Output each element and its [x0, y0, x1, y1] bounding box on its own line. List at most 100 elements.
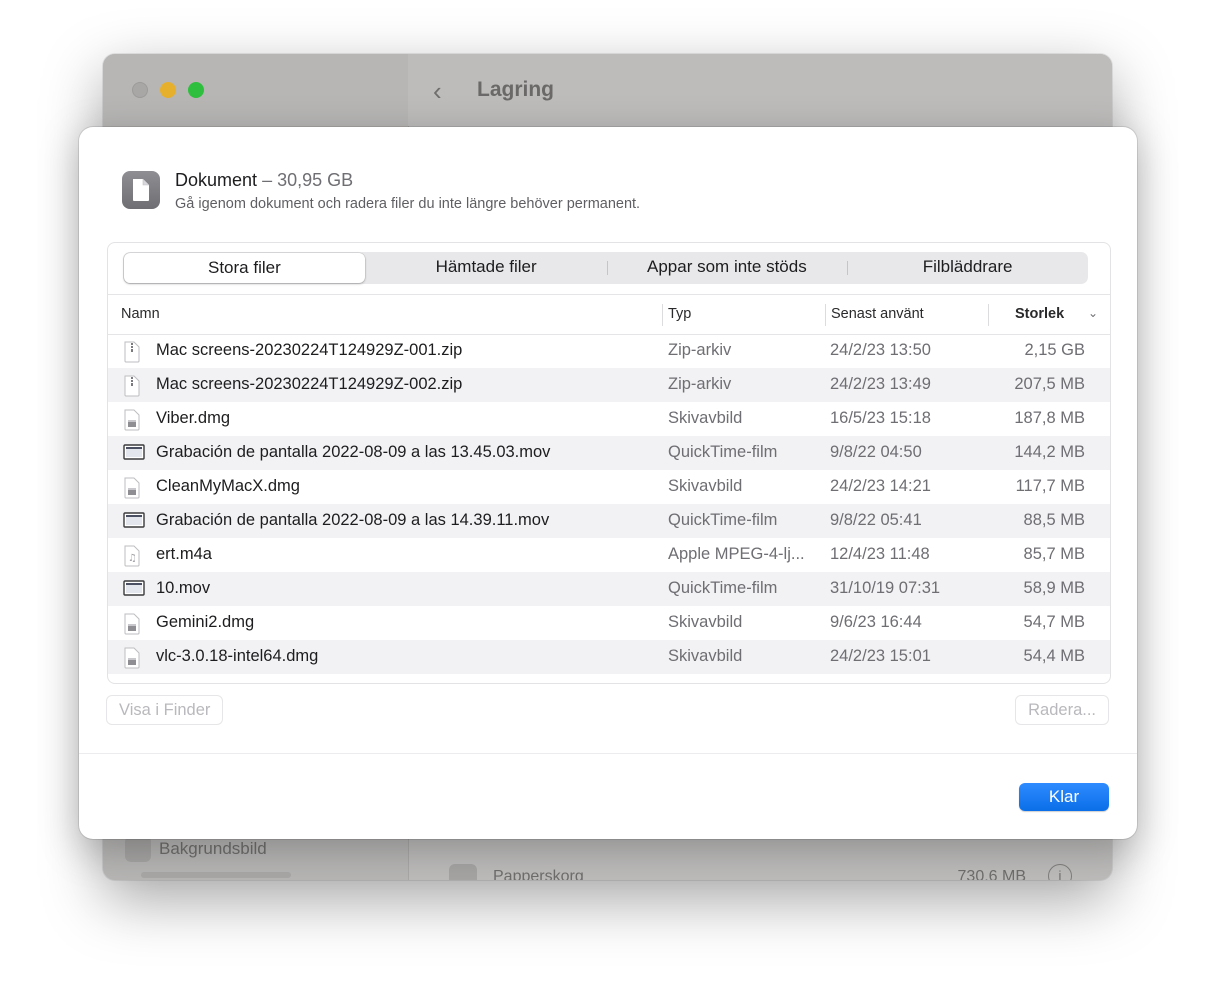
delete-button[interactable]: Radera...: [1015, 695, 1109, 725]
movie-icon: [123, 511, 145, 534]
file-type: Skivavbild: [668, 613, 743, 631]
file-name: Grabación de pantalla 2022-08-09 a las 1…: [156, 511, 550, 529]
window-title: Lagring: [477, 78, 554, 101]
table-row[interactable]: Mac screens-20230224T124929Z-001.zip Zip-…: [108, 334, 1110, 368]
table-row[interactable]: ♫ ert.m4a Apple MPEG-4-lj... 12/4/23 11:48 8…: [108, 538, 1110, 572]
movie-icon: [123, 443, 145, 466]
dmg-icon: [123, 409, 141, 436]
zip-icon: [123, 375, 141, 402]
file-size: 2,15 GB: [1024, 341, 1085, 359]
document-icon: [122, 171, 160, 209]
column-divider[interactable]: [825, 304, 826, 326]
documents-sheet: Dokument – 30,95 GB Gå igenom dokument o…: [79, 127, 1137, 839]
file-last-used: 9/8/22 04:50: [830, 443, 922, 461]
file-name: Gemini2.dmg: [156, 613, 255, 631]
column-divider[interactable]: [988, 304, 989, 326]
tab-file-browser[interactable]: Filbläddrare: [847, 252, 1088, 284]
sidebar-item-wallpaper[interactable]: Bakgrundsbild: [125, 836, 267, 862]
file-name: Viber.dmg: [156, 409, 230, 427]
audio-icon: ♫: [123, 545, 141, 572]
column-divider[interactable]: [662, 304, 663, 326]
done-button[interactable]: Klar: [1019, 783, 1109, 811]
file-name: CleanMyMacX.dmg: [156, 477, 300, 495]
zoom-button[interactable]: [188, 82, 204, 98]
file-size: 144,2 MB: [1014, 443, 1085, 461]
file-type: Apple MPEG-4-lj...: [668, 545, 805, 563]
table-row[interactable]: Grabación de pantalla 2022-08-09 a las 1…: [108, 436, 1110, 470]
file-size: 54,7 MB: [1023, 613, 1085, 631]
file-last-used: 9/8/22 05:41: [830, 511, 922, 529]
table-row[interactable]: vlc-3.0.18-intel64.dmg Skivavbild 24/2/23 …: [108, 640, 1110, 674]
show-in-finder-button[interactable]: Visa i Finder: [106, 695, 224, 725]
table-row[interactable]: Viber.dmg Skivavbild 16/5/23 15:18 187,8 MB: [108, 402, 1110, 436]
file-size: 187,8 MB: [1014, 409, 1085, 427]
file-size: 207,5 MB: [1014, 375, 1085, 393]
tab-downloads[interactable]: Hämtade filer: [366, 252, 607, 284]
minimize-button[interactable]: [160, 82, 176, 98]
sort-descending-icon[interactable]: ⌄: [1088, 306, 1098, 320]
zip-icon: [123, 341, 141, 368]
sheet-subtitle: Gå igenom dokument och radera filer du i…: [175, 196, 641, 212]
table-row[interactable]: Mac screens-20230224T124929Z-002.zip Zip-…: [108, 368, 1110, 402]
table-header: Namn Typ Senast använt Storlek ⌄: [108, 294, 1110, 335]
dmg-icon: [123, 647, 141, 674]
file-size: 54,4 MB: [1023, 647, 1085, 665]
file-type: Zip-arkiv: [668, 341, 732, 359]
file-last-used: 24/2/23 15:01: [830, 647, 931, 665]
column-header-type[interactable]: Typ: [668, 306, 691, 322]
file-type: QuickTime-film: [668, 579, 778, 597]
tab-unsupported-apps[interactable]: Appar som inte stöds: [606, 252, 848, 284]
movie-icon: [123, 579, 145, 602]
file-name: Mac screens-20230224T124929Z-001.zip: [156, 341, 463, 359]
file-last-used: 12/4/23 11:48: [830, 545, 930, 563]
sheet-title: Dokument – 30,95 GB: [175, 170, 353, 191]
table-row[interactable]: Gemini2.dmg Skivavbild 9/6/23 16:44 54,7 MB: [108, 606, 1110, 640]
tab-large-files[interactable]: Stora filer: [124, 253, 365, 283]
file-last-used: 9/6/23 16:44: [830, 613, 922, 631]
file-type: Skivavbild: [668, 647, 743, 665]
segmented-control: Stora filer Hämtade filer Appar som inte…: [123, 252, 1088, 284]
trash-icon: [449, 864, 477, 880]
file-name: Mac screens-20230224T124929Z-002.zip: [156, 375, 463, 393]
file-size: 58,9 MB: [1023, 579, 1085, 597]
sheet-total-size: – 30,95 GB: [262, 170, 354, 190]
file-last-used: 24/2/23 13:49: [830, 375, 931, 393]
file-last-used: 24/2/23 13:50: [830, 341, 931, 359]
sidebar-item-label: Bakgrundsbild: [159, 839, 267, 858]
wallpaper-icon: [125, 836, 151, 862]
back-chevron-icon[interactable]: ‹: [433, 76, 442, 107]
file-last-used: 24/2/23 14:21: [830, 477, 931, 495]
table-row-partial: [108, 674, 1110, 680]
table-row[interactable]: CleanMyMacX.dmg Skivavbild 24/2/23 14:21 11…: [108, 470, 1110, 504]
info-icon[interactable]: i: [1048, 864, 1072, 880]
divider: [79, 753, 1137, 754]
file-name: ert.m4a: [156, 545, 212, 563]
column-header-last-used[interactable]: Senast använt: [831, 306, 924, 322]
file-list-panel: Stora filer Hämtade filer Appar som inte…: [107, 242, 1111, 684]
file-size: 88,5 MB: [1023, 511, 1085, 529]
sidebar-item-placeholder: [141, 872, 291, 878]
file-last-used: 16/5/23 15:18: [830, 409, 931, 427]
storage-row-trash: Papperskorg 730,6 MB i: [449, 864, 1072, 880]
dmg-icon: [123, 613, 141, 640]
storage-row-label: Papperskorg: [493, 868, 584, 880]
close-button[interactable]: [132, 82, 148, 98]
column-header-name[interactable]: Namn: [121, 306, 160, 322]
table-row[interactable]: 10.mov QuickTime-film 31/10/19 07:31 58,9 M…: [108, 572, 1110, 606]
file-type: Skivavbild: [668, 409, 743, 427]
file-type: Zip-arkiv: [668, 375, 732, 393]
file-name: 10.mov: [156, 579, 211, 597]
file-type: QuickTime-film: [668, 511, 778, 529]
file-table-body: Mac screens-20230224T124929Z-001.zip Zip-…: [108, 334, 1110, 680]
sheet-title-text: Dokument: [175, 170, 258, 190]
table-row[interactable]: Grabación de pantalla 2022-08-09 a las 1…: [108, 504, 1110, 538]
column-header-size[interactable]: Storlek: [1015, 306, 1064, 322]
file-size: 85,7 MB: [1023, 545, 1085, 563]
file-name: Grabación de pantalla 2022-08-09 a las 1…: [156, 443, 551, 461]
file-name: vlc-3.0.18-intel64.dmg: [156, 647, 319, 665]
file-last-used: 31/10/19 07:31: [830, 579, 941, 597]
file-type: QuickTime-film: [668, 443, 778, 461]
dmg-icon: [123, 477, 141, 504]
file-type: Skivavbild: [668, 477, 743, 495]
storage-row-value: 730,6 MB: [957, 868, 1026, 880]
